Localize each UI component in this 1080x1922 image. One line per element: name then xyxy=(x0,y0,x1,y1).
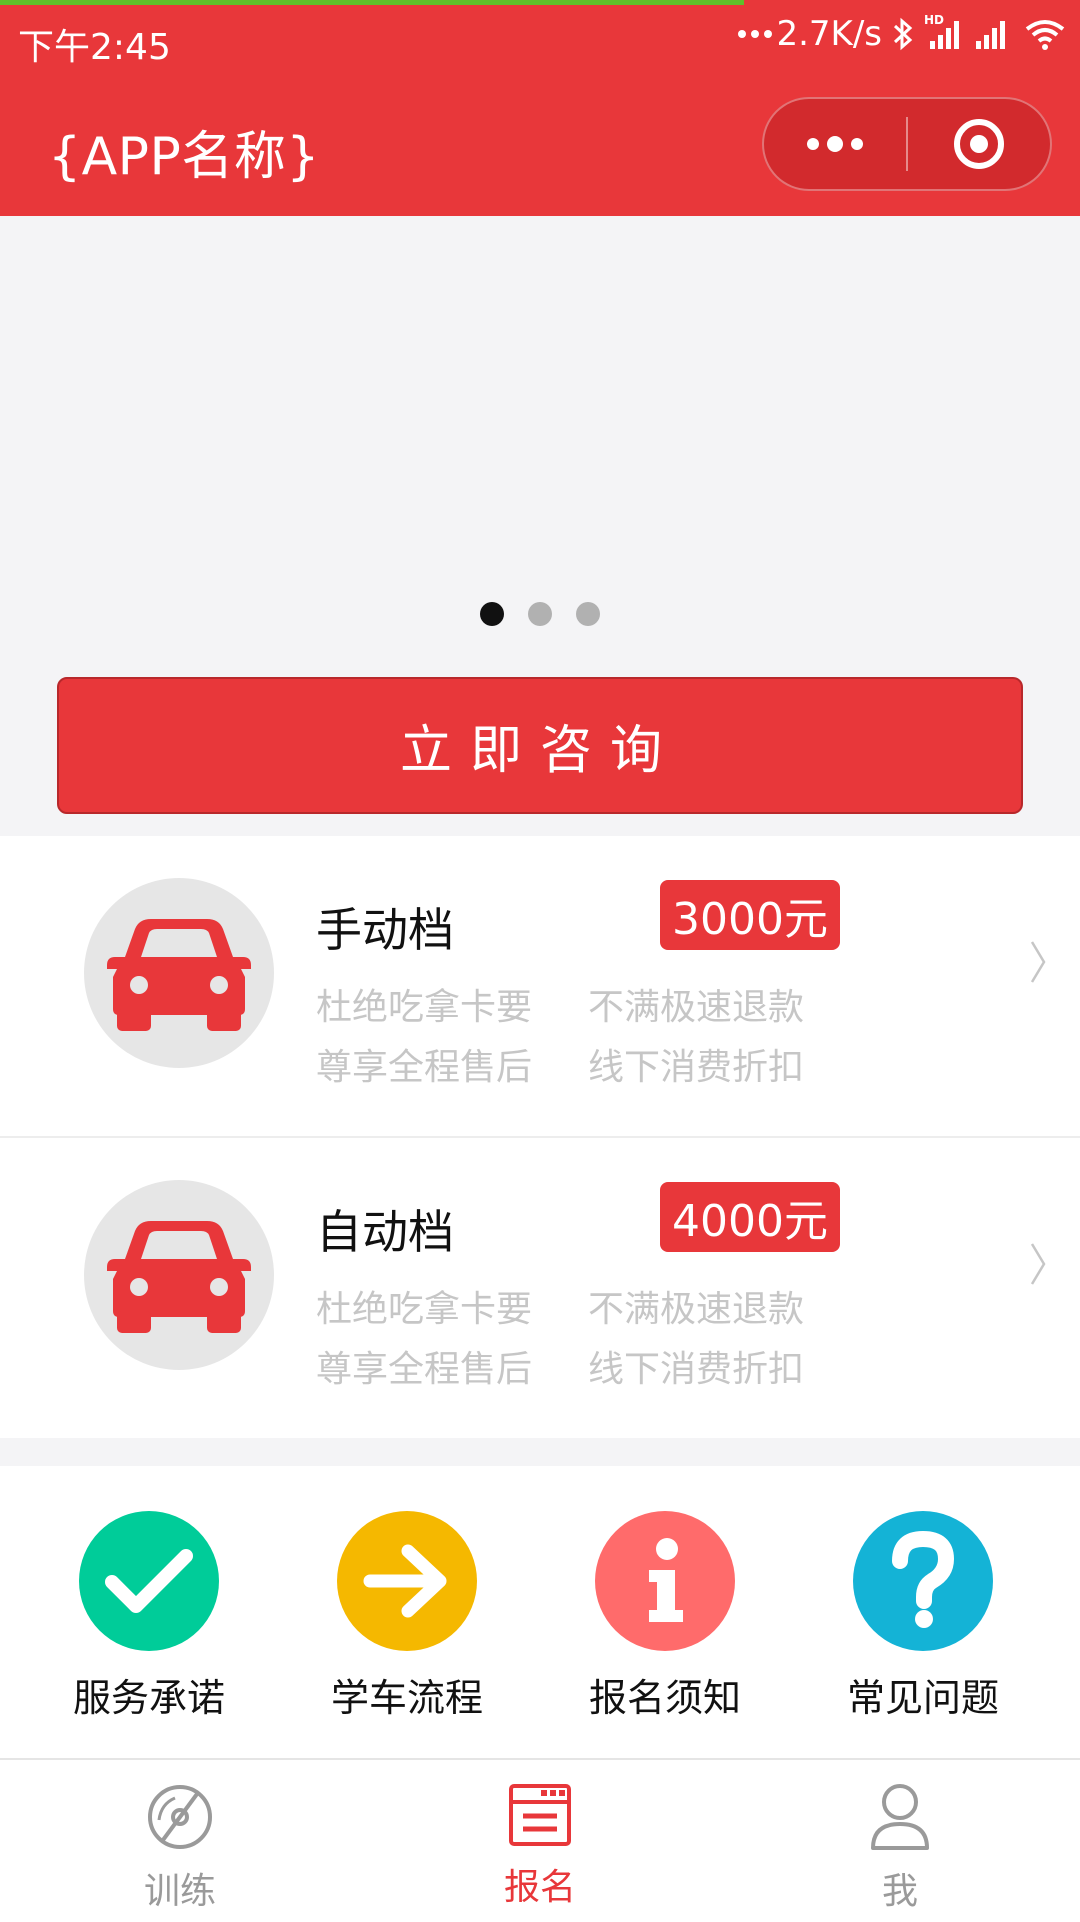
course-item-automatic[interactable]: 自动档 4000元 杜绝吃拿卡要 不满极速退款 尊享全程售后 线下消费折扣 xyxy=(0,1138,1080,1438)
service-icon-circle xyxy=(337,1511,477,1651)
service-shortcuts: 服务承诺 学车流程 报名须知 常见问题 xyxy=(0,1466,1080,1758)
carousel-dot[interactable] xyxy=(528,602,552,626)
register-form-icon xyxy=(509,1784,571,1846)
car-icon xyxy=(107,1221,251,1333)
network-speed-text: 2.7K/s xyxy=(776,14,882,54)
tab-label: 报名 xyxy=(503,1867,576,1908)
service-label: 学车流程 xyxy=(330,1676,483,1720)
tab-me[interactable]: 我 xyxy=(800,1782,1000,1914)
course-feature: 不满极速退款 xyxy=(588,1289,805,1330)
course-name: 自动档 xyxy=(316,1205,454,1259)
question-icon xyxy=(892,1531,955,1628)
bottom-tab-bar: 训练 报名 我 xyxy=(0,1758,1080,1922)
service-icon-circle xyxy=(853,1511,993,1651)
course-feature: 线下消费折扣 xyxy=(588,1047,805,1088)
course-feature: 尊享全程售后 xyxy=(316,1349,533,1390)
service-promise-button[interactable]: 服务承诺 xyxy=(39,1511,259,1722)
course-feature: 线下消费折扣 xyxy=(588,1349,805,1390)
service-icon-circle xyxy=(79,1511,219,1651)
registration-notice-button[interactable]: 报名须知 xyxy=(555,1511,775,1722)
carousel-dot[interactable] xyxy=(576,602,600,626)
tab-label: 我 xyxy=(881,1871,918,1912)
disc-icon xyxy=(148,1785,212,1849)
car-avatar xyxy=(84,878,274,1068)
navigation-header: 下午2:45 2.7K/s HD {APP名称} xyxy=(0,0,1080,216)
course-feature: 尊享全程售后 xyxy=(316,1047,533,1088)
course-feature: 不满极速退款 xyxy=(588,987,805,1028)
course-item-manual[interactable]: 手动档 3000元 杜绝吃拿卡要 不满极速退款 尊享全程售后 线下消费折扣 xyxy=(0,836,1080,1138)
price-badge: 4000元 xyxy=(660,1182,840,1252)
service-label: 报名须知 xyxy=(588,1676,741,1720)
tab-label: 训练 xyxy=(143,1871,216,1912)
faq-button[interactable]: 常见问题 xyxy=(813,1511,1033,1722)
arrow-right-icon xyxy=(363,1544,447,1618)
price-badge: 3000元 xyxy=(660,880,840,950)
status-bar: 下午2:45 2.7K/s HD xyxy=(0,0,1080,74)
course-list: 手动档 3000元 杜绝吃拿卡要 不满极速退款 尊享全程售后 线下消费折扣 自动… xyxy=(0,836,1080,1438)
learning-process-button[interactable]: 学车流程 xyxy=(297,1511,517,1722)
mini-program-capsule xyxy=(762,97,1052,191)
tab-register[interactable]: 报名 xyxy=(440,1782,640,1910)
course-feature: 杜绝吃拿卡要 xyxy=(316,1289,533,1330)
carousel-indicators xyxy=(0,602,1080,626)
service-icon-circle xyxy=(595,1511,735,1651)
consult-now-button[interactable]: 立即咨询 xyxy=(57,677,1023,814)
wifi-icon xyxy=(1025,20,1065,50)
info-icon xyxy=(649,1538,683,1622)
signal-dots-icon xyxy=(738,30,773,38)
person-icon xyxy=(871,1784,929,1850)
service-label: 常见问题 xyxy=(846,1676,999,1720)
car-icon xyxy=(107,919,251,1031)
check-icon xyxy=(105,1549,193,1613)
hd-signal-icon: HD xyxy=(924,13,964,51)
close-button[interactable] xyxy=(908,99,1050,189)
carousel-dot[interactable] xyxy=(480,602,504,626)
chevron-right-icon xyxy=(1030,1243,1046,1285)
app-title: {APP名称} xyxy=(48,127,320,187)
car-avatar xyxy=(84,1180,274,1370)
network-speed: 2.7K/s xyxy=(738,14,882,54)
cell-signal-icon xyxy=(976,21,1005,49)
course-name: 手动档 xyxy=(316,903,454,957)
service-label: 服务承诺 xyxy=(72,1676,225,1720)
status-time: 下午2:45 xyxy=(18,27,171,68)
chevron-right-icon xyxy=(1030,941,1046,983)
course-feature: 杜绝吃拿卡要 xyxy=(316,987,533,1028)
more-dots-icon xyxy=(807,136,863,152)
more-button[interactable] xyxy=(764,99,906,189)
status-indicators: 2.7K/s HD xyxy=(738,13,1066,54)
banner-carousel[interactable] xyxy=(0,216,1080,636)
tab-training[interactable]: 训练 xyxy=(80,1782,280,1914)
page-loading-bar xyxy=(0,0,744,5)
bluetooth-icon xyxy=(893,17,913,51)
target-circle-icon xyxy=(954,119,1004,169)
